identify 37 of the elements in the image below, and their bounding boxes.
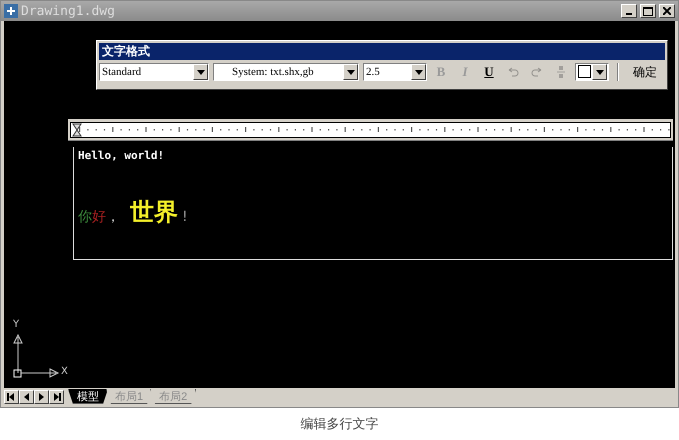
text-run: 好 bbox=[92, 210, 106, 224]
font-dropdown[interactable]: System: txt.shx,gb bbox=[213, 63, 359, 81]
toolbar-title: 文字格式 bbox=[99, 43, 665, 60]
last-tab-button[interactable] bbox=[49, 390, 64, 404]
close-icon bbox=[663, 7, 671, 15]
right-triangle-icon bbox=[37, 392, 46, 402]
stack-icon bbox=[557, 65, 565, 79]
close-button[interactable] bbox=[659, 4, 675, 18]
style-dropdown[interactable]: Standard bbox=[99, 63, 209, 81]
layout-tab[interactable]: 模型 bbox=[68, 389, 108, 404]
text-line: Hello, world! bbox=[78, 149, 164, 162]
last-icon bbox=[52, 392, 61, 402]
redo-icon bbox=[531, 67, 543, 77]
color-swatch-icon bbox=[578, 65, 592, 79]
next-tab-button[interactable] bbox=[34, 390, 49, 404]
y-axis-label: Y bbox=[13, 319, 20, 330]
color-dropdown[interactable] bbox=[575, 63, 609, 81]
first-tab-button[interactable] bbox=[4, 390, 19, 404]
undo-icon bbox=[507, 67, 519, 77]
text-run: ! bbox=[182, 210, 188, 224]
text-run: 世界 bbox=[130, 200, 178, 224]
first-icon bbox=[7, 392, 16, 402]
minimize-button[interactable] bbox=[621, 4, 637, 18]
maximize-icon bbox=[643, 6, 653, 16]
text-run: 你 bbox=[78, 210, 92, 224]
figure-caption: 编辑多行文字 bbox=[300, 415, 378, 433]
maximize-button[interactable] bbox=[640, 4, 656, 18]
height-dropdown[interactable]: 2.5 bbox=[363, 63, 427, 81]
app-icon bbox=[4, 4, 18, 18]
window-title: Drawing1.dwg bbox=[21, 4, 116, 18]
left-triangle-icon bbox=[22, 392, 31, 402]
ok-button[interactable]: 确定 bbox=[627, 64, 663, 80]
underline-button[interactable]: U bbox=[479, 63, 499, 81]
text-editor[interactable]: Hello, world! 你好， 世界 ! bbox=[73, 147, 673, 260]
text-run: ， bbox=[106, 210, 120, 224]
previous-tab-button[interactable] bbox=[19, 390, 34, 404]
x-axis-label: X bbox=[61, 366, 68, 377]
